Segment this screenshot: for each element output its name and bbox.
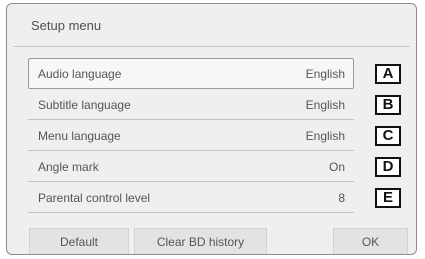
setup-menu-list: Audio language English Subtitle language… [28,58,354,213]
menu-item-angle-mark[interactable]: Angle mark On [28,151,354,182]
menu-item-value: English [305,98,345,112]
menu-item-label: Menu language [38,129,121,143]
callout-label-d: D [375,157,401,177]
callout-label-e: E [375,188,401,208]
menu-item-value: 8 [338,191,345,205]
menu-item-label: Subtitle language [38,98,131,112]
menu-item-value: English [305,67,345,81]
callout-label-a: A [375,64,401,84]
callout-label-b: B [375,95,401,115]
menu-item-parental-control-level[interactable]: Parental control level 8 [28,182,354,213]
menu-item-label: Audio language [38,67,122,81]
title-divider [13,46,410,47]
menu-item-subtitle-language[interactable]: Subtitle language English [28,89,354,120]
callout-label-c: C [375,126,401,146]
menu-item-label: Parental control level [38,191,151,205]
menu-item-value: On [328,160,345,174]
screen-title: Setup menu [31,18,102,33]
menu-item-value: English [305,129,345,143]
clear-bd-history-button[interactable]: Clear BD history [134,228,267,254]
default-button[interactable]: Default [29,228,129,254]
menu-item-label: Angle mark [38,160,99,174]
setup-menu-screen: Setup menu Audio language English Subtit… [6,3,417,255]
menu-item-audio-language[interactable]: Audio language English [28,58,354,89]
menu-item-menu-language[interactable]: Menu language English [28,120,354,151]
ok-button[interactable]: OK [333,228,408,254]
